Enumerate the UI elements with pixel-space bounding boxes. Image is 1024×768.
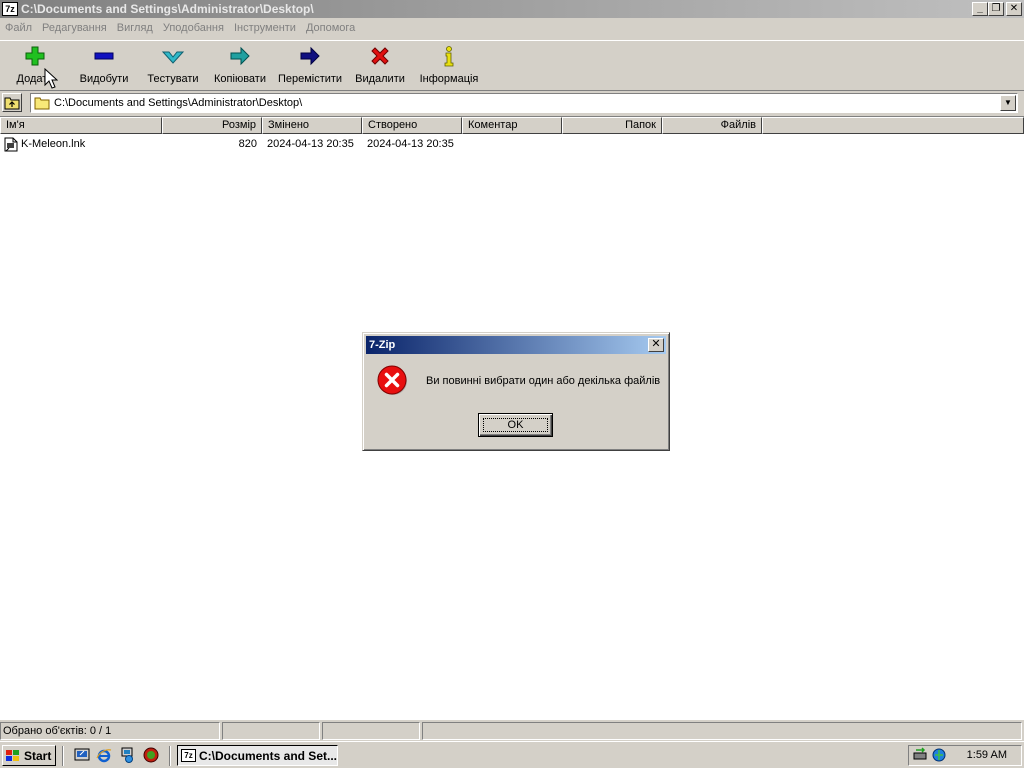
- path-dropdown-arrow[interactable]: ▼: [1000, 95, 1016, 111]
- status-pane-2: [222, 722, 320, 740]
- file-modified: 2024-04-13 20:35: [267, 138, 354, 150]
- file-row[interactable]: K-Meleon.lnk 820 2024-04-13 20:35 2024-0…: [0, 136, 1024, 153]
- network-icon[interactable]: [119, 747, 135, 763]
- column-header-files[interactable]: Файлів: [662, 117, 762, 134]
- up-folder-button[interactable]: [2, 93, 22, 112]
- 7zip-task-icon: 7z: [181, 749, 196, 762]
- move-button[interactable]: Перемістити: [278, 41, 342, 87]
- file-files: [662, 136, 762, 153]
- status-pane-3: [322, 722, 420, 740]
- delete-button[interactable]: Видалити: [354, 41, 406, 87]
- move-arrow-icon: [300, 46, 320, 66]
- network-connection-icon[interactable]: [931, 747, 947, 763]
- delete-x-icon: [371, 47, 389, 65]
- internet-explorer-icon[interactable]: [96, 747, 112, 763]
- task-title: C:\Documents and Set...: [198, 748, 337, 763]
- taskbar-separator: [62, 746, 64, 766]
- menu-bar: Файл Редагування Вигляд Уподобання Інстр…: [0, 18, 1024, 38]
- toolbar: Додати Видобути Тестувати Копіювати Пере…: [0, 40, 1024, 88]
- list-header: Ім'я Розмір Змінено Створено Коментар Па…: [0, 117, 1024, 134]
- test-button[interactable]: Тестувати: [145, 41, 201, 87]
- dialog-titlebar[interactable]: 7-Zip ✕: [366, 336, 666, 354]
- folder-icon: [34, 97, 50, 110]
- menu-edit[interactable]: Редагування: [37, 22, 112, 34]
- kmeleon-browser-icon[interactable]: [143, 747, 159, 763]
- menu-favorites[interactable]: Уподобання: [158, 22, 229, 34]
- file-created: 2024-04-13 20:35: [367, 138, 454, 150]
- start-label: Start: [24, 748, 52, 763]
- 7zip-app-icon[interactable]: 7z: [2, 2, 18, 16]
- status-selected: Обрано об'єктів: 0 / 1: [0, 722, 220, 740]
- path-combobox[interactable]: C:\Documents and Settings\Administrator\…: [30, 93, 1018, 113]
- status-pane-4: [422, 722, 1022, 740]
- minus-icon: [94, 52, 114, 60]
- taskbar-separator-2: [169, 746, 171, 766]
- file-folders: [562, 136, 662, 153]
- menu-tools[interactable]: Інструменти: [229, 22, 301, 34]
- caption-buttons: _ ❐ ✕: [970, 2, 1022, 16]
- copy-arrow-icon: [230, 46, 250, 66]
- column-header-comment[interactable]: Коментар: [462, 117, 562, 134]
- minimize-button[interactable]: _: [972, 2, 988, 16]
- delete-label: Видалити: [355, 73, 405, 85]
- checkmark-icon: [161, 51, 185, 64]
- plus-icon: [25, 46, 45, 66]
- column-header-created[interactable]: Створено: [362, 117, 462, 134]
- info-button[interactable]: Інформація: [420, 41, 478, 87]
- copy-label: Копіювати: [214, 73, 266, 85]
- safely-remove-hardware-icon[interactable]: [912, 747, 928, 763]
- file-name: K-Meleon.lnk: [21, 138, 86, 150]
- menu-view[interactable]: Вигляд: [112, 22, 158, 34]
- address-bar: C:\Documents and Settings\Administrator\…: [0, 90, 1024, 114]
- path-text[interactable]: C:\Documents and Settings\Administrator\…: [54, 97, 302, 109]
- window-titlebar[interactable]: 7z C:\Documents and Settings\Administrat…: [0, 0, 1024, 18]
- file-size: 820: [238, 138, 257, 150]
- error-dialog: 7-Zip ✕ Ви повинні вибрати один або декі…: [362, 332, 670, 451]
- up-folder-icon: [4, 97, 20, 110]
- show-desktop-icon[interactable]: [74, 747, 90, 763]
- shortcut-file-icon: [4, 137, 18, 152]
- column-header-folders[interactable]: Папок: [562, 117, 662, 134]
- taskbar: Start 7z C:\Documents and Set... 1:59 AM: [0, 741, 1024, 768]
- extract-label: Видобути: [79, 73, 129, 85]
- test-label: Тестувати: [147, 73, 199, 85]
- status-bar: Обрано об'єктів: 0 / 1: [0, 721, 1024, 741]
- mouse-pointer-icon: [44, 68, 58, 89]
- taskbar-7zip-window-button[interactable]: 7z C:\Documents and Set...: [177, 745, 338, 766]
- move-label: Перемістити: [277, 73, 343, 85]
- error-icon: [377, 365, 407, 395]
- info-icon: [444, 46, 454, 67]
- clock[interactable]: 1:59 AM: [967, 749, 1007, 761]
- menu-file[interactable]: Файл: [0, 22, 37, 34]
- dialog-title: 7-Zip: [369, 339, 396, 351]
- system-tray: 1:59 AM: [908, 745, 1022, 766]
- info-label: Інформація: [419, 73, 479, 85]
- file-comment: [462, 136, 562, 153]
- copy-button[interactable]: Копіювати: [212, 41, 268, 87]
- column-header-modified[interactable]: Змінено: [262, 117, 362, 134]
- dialog-close-button[interactable]: ✕: [648, 338, 664, 352]
- restore-button[interactable]: ❐: [988, 2, 1004, 16]
- ok-label: OK: [507, 419, 524, 431]
- column-header-filler: [762, 117, 1024, 134]
- ok-button[interactable]: OK: [478, 413, 553, 437]
- file-name-cell: K-Meleon.lnk: [4, 136, 162, 153]
- close-button[interactable]: ✕: [1006, 2, 1022, 16]
- dialog-message: Ви повинні вибрати один або декілька фай…: [426, 375, 661, 387]
- menu-help[interactable]: Допомога: [301, 22, 360, 34]
- windows-logo-icon: [6, 749, 19, 761]
- extract-button[interactable]: Видобути: [78, 41, 130, 87]
- start-button[interactable]: Start: [2, 745, 56, 766]
- column-header-size[interactable]: Розмір: [162, 117, 262, 134]
- column-header-name[interactable]: Ім'я: [0, 117, 162, 134]
- window-title: C:\Documents and Settings\Administrator\…: [21, 2, 314, 16]
